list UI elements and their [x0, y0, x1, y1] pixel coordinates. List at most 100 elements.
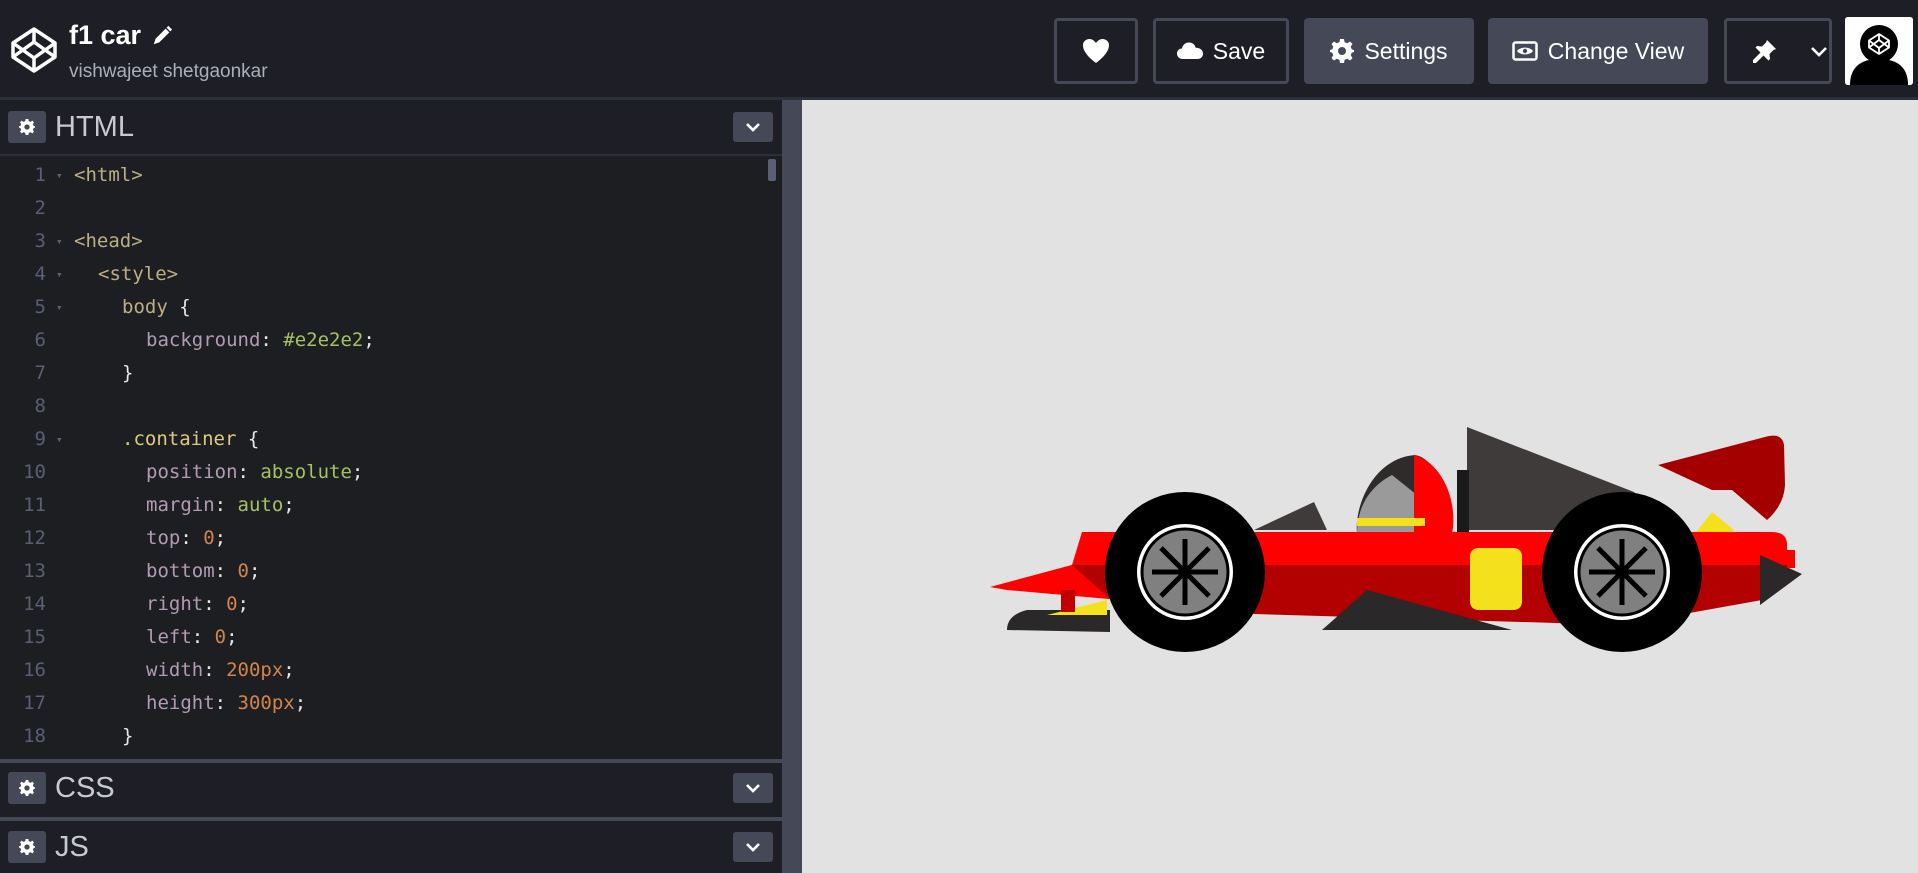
rear-wheel: [1542, 492, 1702, 652]
code-text: width: 200px;: [146, 654, 295, 687]
code-token: height: [146, 692, 215, 714]
code-line[interactable]: 3 ▾ <head>: [0, 225, 770, 258]
css-collapse-button[interactable]: [733, 773, 773, 803]
html-panel-title: HTML: [55, 110, 134, 143]
code-line[interactable]: 12 top: 0;: [0, 522, 770, 555]
code-token: background: [146, 329, 261, 351]
code-token: 0: [203, 527, 215, 549]
chevron-down-icon[interactable]: [1810, 43, 1828, 61]
fold-arrow-icon[interactable]: ▾: [56, 159, 63, 192]
save-button[interactable]: Save: [1153, 18, 1289, 84]
line-number: 16: [23, 659, 46, 681]
code-token: ;: [283, 494, 295, 516]
code-line[interactable]: 10 position: absolute;: [0, 456, 770, 489]
cloud-icon: [1176, 42, 1203, 59]
code-line[interactable]: 6 background: #e2e2e2;: [0, 324, 770, 357]
code-line[interactable]: 16 width: 200px;: [0, 654, 770, 687]
code-token: position: [146, 461, 238, 483]
code-line[interactable]: 4 ▾ <style>: [0, 258, 770, 291]
gear-icon: [1330, 39, 1355, 63]
change-view-button[interactable]: Change View: [1488, 18, 1708, 84]
pin-button[interactable]: [1724, 18, 1832, 84]
code-text: left: 0;: [146, 621, 238, 654]
html-panel-header[interactable]: HTML: [0, 100, 782, 156]
code-line[interactable]: 11 margin: auto;: [0, 489, 770, 522]
js-settings-button[interactable]: [8, 831, 46, 863]
code-line[interactable]: 1 ▾ <html>: [0, 159, 770, 192]
js-panel-header[interactable]: JS: [0, 817, 782, 873]
html-collapse-button[interactable]: [733, 112, 773, 142]
code-line[interactable]: 5 ▾ body {: [0, 291, 770, 324]
code-token: top: [146, 527, 181, 549]
code-token: absolute: [260, 461, 352, 483]
code-text: background: #e2e2e2;: [146, 324, 375, 357]
code-line[interactable]: 17 height: 300px;: [0, 687, 770, 720]
pencil-icon[interactable]: [151, 25, 173, 47]
code-token: .container: [122, 428, 237, 450]
code-token: 0: [237, 560, 249, 582]
code-token: {: [236, 428, 260, 450]
html-code-editor[interactable]: 1 ▾ <html> 2 3 ▾ <head> 4 ▾ <style> 5 ▾ body {6 backg…: [0, 157, 782, 759]
change-view-label: Change View: [1547, 37, 1685, 64]
code-line[interactable]: 8: [0, 390, 770, 423]
result-preview[interactable]: [802, 100, 1918, 873]
code-token: margin: [146, 494, 215, 516]
css-panel-header[interactable]: CSS: [0, 759, 782, 813]
line-number: 1: [34, 164, 46, 186]
code-text: }: [122, 720, 133, 753]
line-number: 14: [23, 593, 46, 615]
code-token: right: [146, 593, 204, 615]
chevron-down-icon: [746, 784, 760, 793]
code-token: :: [214, 494, 238, 516]
pen-author[interactable]: vishwajeet shetgaonkar: [69, 61, 268, 83]
line-number: 8: [34, 395, 46, 417]
fold-arrow-icon[interactable]: ▾: [56, 291, 63, 324]
code-line[interactable]: 7}: [0, 357, 770, 390]
editor-resize-handle[interactable]: [782, 100, 802, 873]
love-button[interactable]: [1054, 18, 1138, 84]
code-token: 0: [226, 593, 238, 615]
code-line[interactable]: 9 ▾ .container {: [0, 423, 770, 456]
html-settings-button[interactable]: [8, 111, 46, 143]
js-collapse-button[interactable]: [733, 832, 773, 862]
css-settings-button[interactable]: [8, 772, 46, 804]
code-token: body: [122, 296, 168, 318]
code-token: }: [122, 362, 134, 384]
code-line[interactable]: 2: [0, 192, 770, 225]
code-line[interactable]: 15 left: 0;: [0, 621, 770, 654]
fold-arrow-icon[interactable]: ▾: [56, 423, 63, 456]
top-header: f1 car vishwajeet shetgaonkar Save Setti…: [0, 0, 1918, 100]
line-number: 11: [23, 494, 46, 516]
code-line[interactable]: 18}: [0, 720, 770, 753]
settings-button[interactable]: Settings: [1304, 18, 1474, 84]
code-text: .container {: [122, 423, 259, 456]
code-line[interactable]: 13 bottom: 0;: [0, 555, 770, 588]
eye-icon: [1512, 41, 1538, 61]
code-text: <head>: [74, 225, 143, 258]
line-number: 15: [23, 626, 46, 648]
pen-title[interactable]: f1 car: [69, 20, 141, 51]
code-token: ;: [363, 329, 375, 351]
gear-icon: [19, 839, 35, 855]
user-avatar[interactable]: [1845, 17, 1913, 85]
code-token: 300px: [237, 692, 295, 714]
code-token: ;: [214, 527, 227, 549]
fold-arrow-icon[interactable]: ▾: [56, 258, 63, 291]
code-text: <style>: [98, 258, 178, 291]
code-token: :: [214, 560, 238, 582]
code-token: 0: [214, 626, 227, 648]
code-token: bottom: [146, 560, 215, 582]
code-text: top: 0;: [146, 522, 226, 555]
css-panel-title: CSS: [55, 771, 115, 804]
code-line[interactable]: 14 right: 0;: [0, 588, 770, 621]
line-number: 6: [34, 329, 46, 351]
gear-icon: [19, 780, 35, 796]
fold-arrow-icon[interactable]: ▾: [56, 225, 63, 258]
pin-icon: [1753, 40, 1776, 63]
code-text: right: 0;: [146, 588, 249, 621]
code-token: ;: [237, 593, 249, 615]
code-token: :: [180, 527, 204, 549]
code-token: ;: [226, 626, 238, 648]
codepen-logo-icon[interactable]: [10, 26, 58, 74]
code-token: left: [146, 626, 192, 648]
